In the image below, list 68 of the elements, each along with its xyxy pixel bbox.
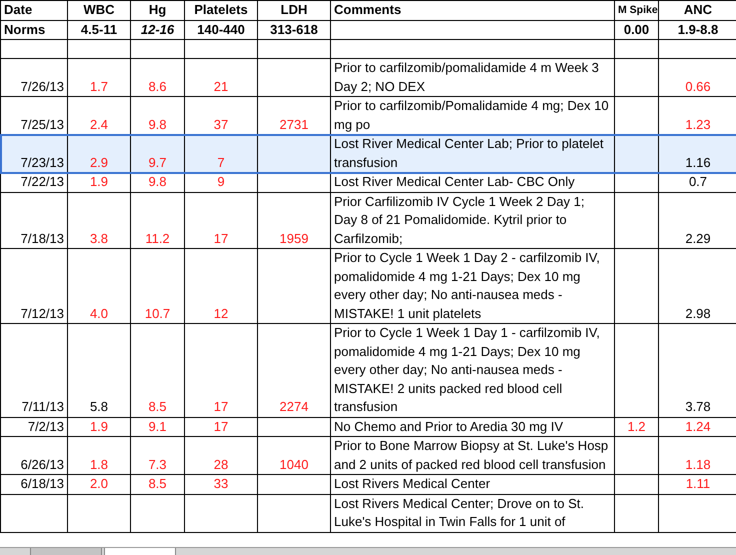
wbc-cell: 1.9 — [68, 172, 130, 192]
hg-cell: 11.2 — [130, 192, 184, 248]
hg-cell: 9.8 — [130, 172, 184, 192]
ldh-cell: 1959 — [258, 192, 330, 248]
date-cell: 7/23/13 — [0, 134, 68, 172]
comment-cell: Prior to Bone Marrow Biopsy at St. Luke's Hosp and 2 units of packed red blood cell transfusion — [330, 436, 614, 474]
row-header: Norms — [0, 20, 68, 40]
sheet-tab[interactable] — [30, 548, 102, 555]
column-header: WBC — [68, 0, 130, 20]
column-header: Comments — [330, 0, 614, 20]
comment-cell: Prior to carfilzomib/pomalidamide 4 m Week 3 Day 2; NO DEX — [330, 58, 614, 96]
wbc-cell: 1.8 — [68, 436, 130, 474]
date-cell: 7/22/13 — [0, 172, 68, 192]
anc-cell: 1.16 — [658, 134, 736, 172]
platelets-cell: 28 — [184, 436, 258, 474]
platelets-cell: 17 — [184, 192, 258, 248]
date-cell: 6/18/13 — [0, 474, 68, 494]
hg-cell: 10.7 — [130, 248, 184, 324]
norm-cell: 0.00 — [614, 20, 658, 40]
wbc-cell: 1.9 — [68, 417, 130, 436]
hg-cell: 8.5 — [130, 324, 184, 417]
platelets-cell: 17 — [184, 324, 258, 417]
hg-cell: 8.5 — [130, 474, 184, 494]
platelets-cell: 7 — [184, 134, 258, 172]
wbc-cell: 1.7 — [68, 58, 130, 96]
wbc-cell: 3.8 — [68, 192, 130, 248]
date-cell: 7/12/13 — [0, 248, 68, 324]
date-cell: 7/18/13 — [0, 192, 68, 248]
norm-cell: 12-16 — [130, 20, 184, 40]
comment-cell: Prior to Cycle 1 Week 1 Day 1 - carfilzomib IV, pomalidomide 4 mg 1-21 Days; Dex 10 mg every other day; No anti-nausea meds - MISTAKE! 2 units packed red blood cell transfusion — [330, 324, 614, 417]
wbc-cell: 5.8 — [68, 324, 130, 417]
comment-cell: Lost River Medical Center Lab- CBC Only — [330, 172, 614, 192]
comment-cell: Prior to Cycle 1 Week 1 Day 2 - carfilzomib IV, pomalidomide 4 mg 1-21 Days; Dex 10 mg every other day; No anti-nausea meds - MISTAKE! 1 unit platelets — [330, 248, 614, 324]
date-cell: 7/2/13 — [0, 417, 68, 436]
column-header: Hg — [130, 0, 184, 20]
column-header: M Spike — [614, 0, 658, 20]
comment-cell: Prior Carfilizomib IV Cycle 1 Week 2 Day 1; Day 8 of 21 Pomalidomide. Kytril prior to Carfilzomib; — [330, 192, 614, 248]
ldh-cell: 1040 — [258, 436, 330, 474]
platelets-cell: 12 — [184, 248, 258, 324]
platelets-cell: 21 — [184, 58, 258, 96]
comment-cell: Lost Rivers Medical Center; Drove on to St. Luke's Hospital in Twin Falls for 1 unit of — [330, 494, 614, 532]
comment-cell: Lost River Medical Center Lab; Prior to platelet transfusion — [330, 134, 614, 172]
hg-cell: 9.1 — [130, 417, 184, 436]
hg-cell: 7.3 — [130, 436, 184, 474]
comment-cell: No Chemo and Prior to Aredia 30 mg IV — [330, 417, 614, 436]
norm-cell: 4.5-11 — [68, 20, 130, 40]
m-spike-cell: 1.2 — [614, 417, 658, 436]
platelets-cell: 9 — [184, 172, 258, 192]
wbc-cell: 2.0 — [68, 474, 130, 494]
date-cell: 7/11/13 — [0, 324, 68, 417]
date-cell: 7/26/13 — [0, 58, 68, 96]
platelets-cell: 33 — [184, 474, 258, 494]
column-header: LDH — [258, 0, 330, 20]
hg-cell: 8.6 — [130, 58, 184, 96]
date-cell: 6/26/13 — [0, 436, 68, 474]
norm-cell: 313-618 — [258, 20, 330, 40]
hg-cell: 9.7 — [130, 134, 184, 172]
date-cell: 7/25/13 — [0, 96, 68, 134]
wbc-cell: 2.9 — [68, 134, 130, 172]
comment-cell: Lost Rivers Medical Center — [330, 474, 614, 494]
platelets-cell: 17 — [184, 417, 258, 436]
column-header: ANC — [658, 0, 736, 20]
column-header: Platelets — [184, 0, 258, 20]
wbc-cell: 4.0 — [68, 248, 130, 324]
sheet-tab[interactable] — [104, 548, 176, 555]
norm-cell: 140-440 — [184, 20, 258, 40]
ldh-cell: 2274 — [258, 324, 330, 417]
column-header: Date — [0, 0, 68, 20]
